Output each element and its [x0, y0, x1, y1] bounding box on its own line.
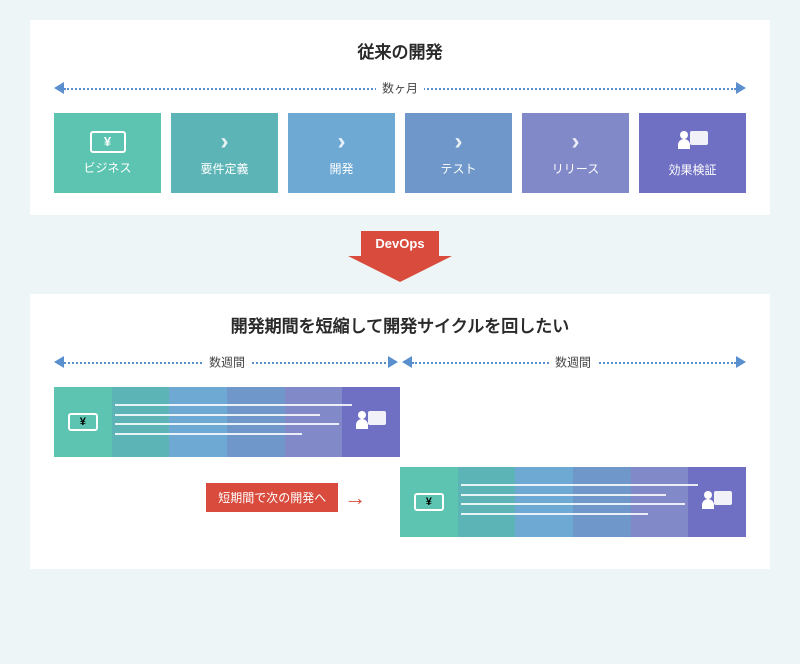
chevron-icon: ›	[338, 130, 346, 154]
devops-badge: DevOps	[361, 231, 438, 256]
stage-label: テスト	[440, 160, 476, 177]
arrow-left-icon	[54, 356, 64, 368]
cycle-b: ¥	[400, 467, 746, 537]
mini-stage	[515, 467, 573, 537]
transition-callout: 短期間で次の開発へ →	[206, 483, 366, 512]
devops-transition: DevOps	[30, 231, 770, 282]
cycle-a-label: 数週間	[203, 354, 251, 371]
cycle-a: ¥	[54, 387, 400, 457]
stage-release: › リリース	[522, 113, 629, 193]
arrow-left-icon	[54, 82, 64, 94]
transition-badge: 短期間で次の開発へ	[206, 483, 338, 512]
mini-stage	[112, 387, 170, 457]
timeline-months: 数ヶ月	[54, 77, 746, 99]
mini-stage-row: ¥	[400, 467, 746, 537]
mini-stage	[285, 387, 343, 457]
down-arrow-icon	[348, 256, 452, 282]
arrow-right-icon	[736, 82, 746, 94]
yen-icon: ¥	[68, 413, 98, 431]
yen-icon: ¥	[414, 493, 444, 511]
stage-requirements: › 要件定義	[171, 113, 278, 193]
arrow-right-icon: →	[344, 485, 366, 511]
mini-stage	[169, 387, 227, 457]
stage-test: › テスト	[405, 113, 512, 193]
stage-validation: 効果検証	[639, 113, 746, 193]
mini-stage	[458, 467, 516, 537]
stage-label: 開発	[329, 160, 353, 177]
mini-stage-validation	[688, 467, 746, 537]
arrow-right-icon	[736, 356, 746, 368]
mini-stage	[573, 467, 631, 537]
panel-traditional: 従来の開発 数ヶ月 ¥ ビジネス › 要件定義 › 開発 › テスト › リリー…	[30, 20, 770, 215]
cycles-grid: ¥	[54, 387, 746, 547]
stage-label: リリース	[552, 160, 599, 177]
person-chart-icon	[678, 129, 708, 155]
stage-label: ビジネス	[83, 159, 131, 176]
stage-business: ¥ ビジネス	[54, 113, 161, 193]
yen-icon: ¥	[90, 131, 126, 153]
person-chart-icon	[702, 489, 732, 515]
stage-row: ¥ ビジネス › 要件定義 › 開発 › テスト › リリース 効果検証	[54, 113, 746, 193]
timeline-label: 数ヶ月	[376, 80, 424, 97]
mini-stage-business: ¥	[400, 467, 458, 537]
arrow-right-icon	[388, 356, 398, 368]
chevron-icon: ›	[572, 130, 580, 154]
panel-devops: 開発期間を短縮して開発サイクルを回したい 数週間 数週間 ¥	[30, 294, 770, 569]
person-chart-icon	[356, 409, 386, 435]
mini-stage	[631, 467, 689, 537]
chevron-icon: ›	[221, 130, 229, 154]
mini-stage-validation	[342, 387, 400, 457]
stage-label: 効果検証	[668, 161, 716, 178]
stage-label: 要件定義	[200, 160, 248, 177]
arrow-left-icon	[402, 356, 412, 368]
mini-stage-row: ¥	[54, 387, 400, 457]
cycle-b-label: 数週間	[549, 354, 597, 371]
mini-stage	[227, 387, 285, 457]
chevron-icon: ›	[455, 130, 463, 154]
stage-development: › 開発	[288, 113, 395, 193]
devops-title: 開発期間を短縮して開発サイクルを回したい	[54, 312, 746, 337]
mini-stage-business: ¥	[54, 387, 112, 457]
traditional-title: 従来の開発	[54, 38, 746, 63]
timeline-weeks: 数週間 数週間	[54, 351, 746, 373]
